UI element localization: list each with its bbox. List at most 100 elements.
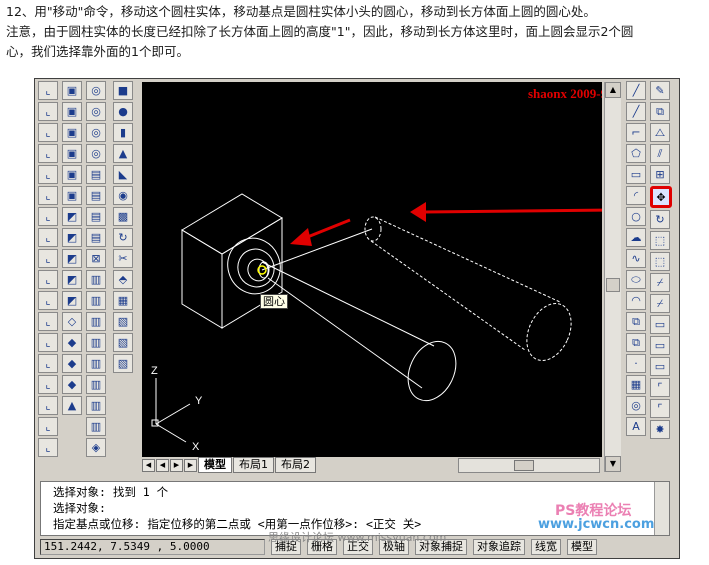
polygon-icon[interactable]: ⬠: [626, 144, 646, 163]
section-icon[interactable]: ⬘: [113, 270, 133, 289]
move-icon[interactable]: ✥: [650, 186, 672, 208]
camera-icon[interactable]: ▲: [62, 396, 82, 415]
setup-view-icon[interactable]: ▧: [113, 333, 133, 352]
hscroll-thumb[interactable]: [514, 459, 534, 471]
extrude-icon[interactable]: ▩: [113, 207, 133, 226]
fillet-icon[interactable]: ⌜: [650, 399, 670, 418]
ucs-y-icon[interactable]: ⌞: [38, 291, 58, 310]
ucs-restore-icon[interactable]: ⌞: [38, 438, 58, 457]
scroll-down-icon[interactable]: ▼: [605, 456, 621, 472]
tab-layout2[interactable]: 布局2: [275, 457, 316, 473]
view-left-icon[interactable]: ▣: [62, 123, 82, 142]
separate-icon[interactable]: ▥: [86, 396, 106, 415]
imprint-icon[interactable]: ▥: [86, 354, 106, 373]
last-tab-icon[interactable]: ▶: [184, 458, 197, 472]
xline-icon[interactable]: ╱: [626, 102, 646, 121]
view-ne-icon[interactable]: ◩: [62, 249, 82, 268]
break-point-icon[interactable]: ▭: [650, 315, 670, 334]
color-faces-icon[interactable]: ▥: [86, 291, 106, 310]
mirror-icon[interactable]: ⧍: [650, 123, 670, 142]
ellipse-arc-icon[interactable]: ◠: [626, 291, 646, 310]
otrack-toggle[interactable]: 对象追踪: [473, 539, 525, 555]
delete-faces-icon[interactable]: ▤: [86, 207, 106, 226]
tab-layout1[interactable]: 布局1: [233, 457, 274, 473]
ucs-view-icon[interactable]: ⌞: [38, 186, 58, 205]
view-front-icon[interactable]: ▣: [62, 165, 82, 184]
horizontal-scrollbar[interactable]: [458, 457, 600, 473]
ucs-object-icon[interactable]: ⌞: [38, 165, 58, 184]
circle-icon[interactable]: ○: [626, 207, 646, 226]
ucs-manager-icon[interactable]: ⌞: [38, 354, 58, 373]
flat-icon[interactable]: ◆: [62, 354, 82, 373]
spline-icon[interactable]: ∿: [626, 249, 646, 268]
subtract-icon[interactable]: ◎: [86, 102, 106, 121]
arc-icon[interactable]: ◜: [626, 186, 646, 205]
first-tab-icon[interactable]: ◀: [142, 458, 155, 472]
drawing-canvas[interactable]: Z Y X shaonx 2009-9-7 圆心: [142, 82, 602, 457]
ucs-origin-icon[interactable]: ⌞: [38, 207, 58, 226]
copy-edges-icon[interactable]: ▥: [86, 312, 106, 331]
view-nw-icon[interactable]: ◩: [62, 270, 82, 289]
wire-icon[interactable]: ◇: [62, 312, 82, 331]
intersect-icon[interactable]: ◎: [86, 123, 106, 142]
box-icon[interactable]: ■: [113, 81, 133, 100]
extend-icon[interactable]: ⌿: [650, 294, 670, 313]
view-back-icon[interactable]: ▣: [62, 186, 82, 205]
hatch-icon[interactable]: ▦: [626, 375, 646, 394]
view-sw-icon[interactable]: ◩: [62, 207, 82, 226]
lineweight-toggle[interactable]: 线宽: [531, 539, 561, 555]
scroll-up-icon[interactable]: ▲: [605, 82, 621, 98]
ucs-orth-icon[interactable]: ⌞: [38, 396, 58, 415]
erase-icon[interactable]: ✎: [650, 81, 670, 100]
offset-faces-icon[interactable]: ▤: [86, 186, 106, 205]
cone-icon[interactable]: ▲: [113, 144, 133, 163]
view-top-icon[interactable]: ▣: [62, 81, 82, 100]
extrude-faces-icon[interactable]: ◎: [86, 144, 106, 163]
rectangle-icon[interactable]: ▭: [626, 165, 646, 184]
pline-icon[interactable]: ⌐: [626, 123, 646, 142]
check-icon[interactable]: ◈: [86, 438, 106, 457]
view-se-icon[interactable]: ◩: [62, 228, 82, 247]
scroll-thumb[interactable]: [606, 278, 620, 292]
ucs-z-icon[interactable]: ⌞: [38, 312, 58, 331]
mtext-icon[interactable]: A: [626, 417, 646, 436]
rotate-faces-icon[interactable]: ▤: [86, 228, 106, 247]
gouraud-icon[interactable]: ◆: [62, 375, 82, 394]
command-scrollbar[interactable]: [654, 482, 669, 535]
ucs-prev-icon[interactable]: ⌞: [38, 123, 58, 142]
setup-profile-icon[interactable]: ▧: [113, 354, 133, 373]
move-faces-icon[interactable]: ▤: [86, 165, 106, 184]
color-edges-icon[interactable]: ▥: [86, 333, 106, 352]
copy-faces-icon[interactable]: ▥: [86, 270, 106, 289]
ucs-save-icon[interactable]: ⌞: [38, 417, 58, 436]
ucs-world-icon[interactable]: ⌞: [38, 102, 58, 121]
ucs-zaxis-icon[interactable]: ⌞: [38, 228, 58, 247]
ucs-apply-icon[interactable]: ⌞: [38, 333, 58, 352]
shell-icon[interactable]: ▥: [86, 417, 106, 436]
view-right-icon[interactable]: ▣: [62, 144, 82, 163]
ucs-3point-icon[interactable]: ⌞: [38, 249, 58, 268]
region-icon[interactable]: ◎: [626, 396, 646, 415]
chamfer-icon[interactable]: ⌜: [650, 378, 670, 397]
ellipse-icon[interactable]: ⬭: [626, 270, 646, 289]
ucs-named-icon[interactable]: ⌞: [38, 375, 58, 394]
model-toggle[interactable]: 模型: [567, 539, 597, 555]
view-camera-icon[interactable]: ◩: [62, 291, 82, 310]
line-icon[interactable]: ╱: [626, 81, 646, 100]
slice-icon[interactable]: ✂: [113, 249, 133, 268]
stretch-icon[interactable]: ⬚: [650, 252, 670, 271]
prev-tab-icon[interactable]: ◀: [156, 458, 169, 472]
copy-icon[interactable]: ⧉: [650, 102, 670, 121]
next-tab-icon[interactable]: ▶: [170, 458, 183, 472]
array-icon[interactable]: ⊞: [650, 165, 670, 184]
clean-icon[interactable]: ▥: [86, 375, 106, 394]
revcloud-icon[interactable]: ☁: [626, 228, 646, 247]
setup-drawing-icon[interactable]: ▧: [113, 312, 133, 331]
sphere-icon[interactable]: ●: [113, 102, 133, 121]
break-icon[interactable]: ▭: [650, 336, 670, 355]
rotate-icon[interactable]: ↻: [650, 210, 670, 229]
ucs-face-icon[interactable]: ⌞: [38, 144, 58, 163]
ucs-x-icon[interactable]: ⌞: [38, 270, 58, 289]
explode-icon[interactable]: ✸: [650, 420, 670, 439]
tab-model[interactable]: 模型: [198, 457, 232, 473]
